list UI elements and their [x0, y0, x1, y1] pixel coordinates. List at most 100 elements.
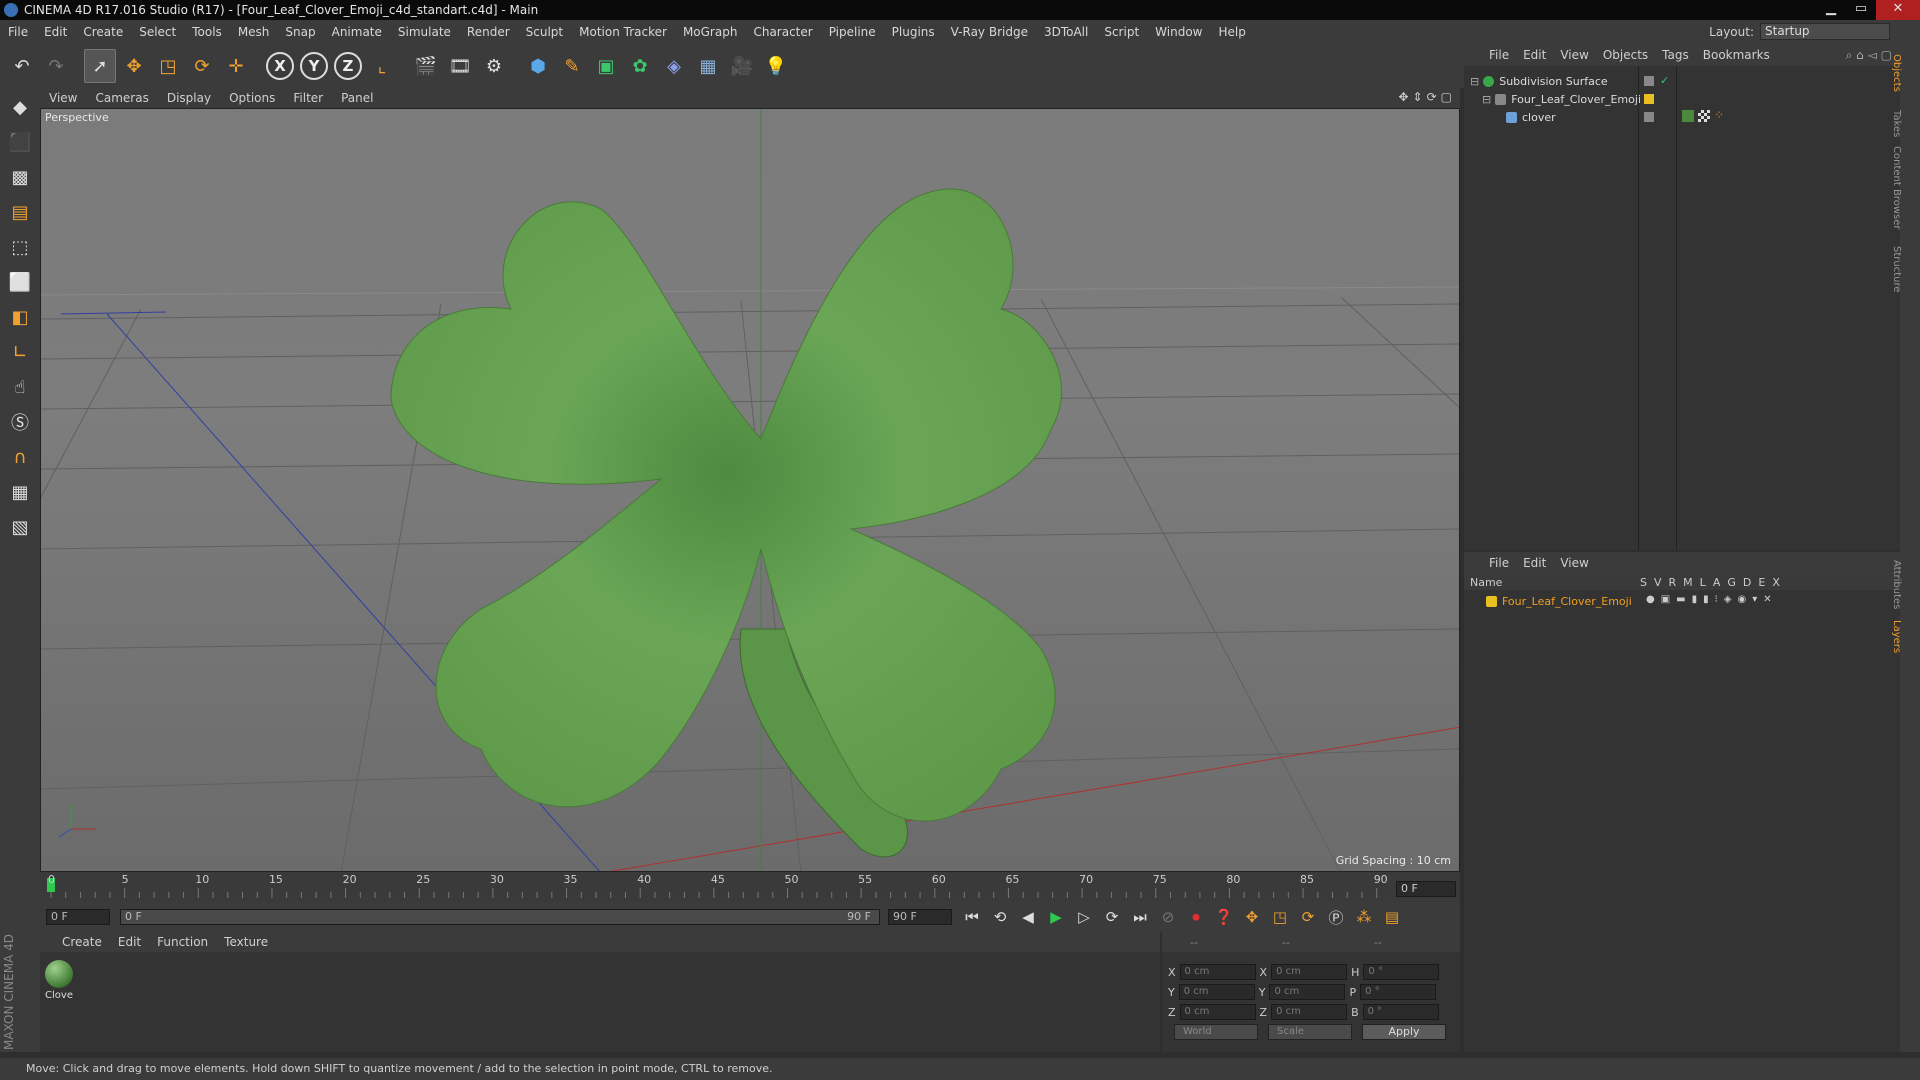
perspective-viewport[interactable]: Perspective Grid Spacing : 10 cm: [40, 108, 1460, 872]
timeline-ruler[interactable]: 0 5 10 15 20 25 30 35 40 45 50 55 60 65 70 75 80 85 90 0 F: [40, 872, 1460, 902]
viewport-menu-view[interactable]: View: [40, 91, 86, 105]
key-position-icon[interactable]: ✥: [1240, 906, 1264, 928]
apply-button[interactable]: Apply: [1362, 1024, 1446, 1040]
render-view-icon[interactable]: 🎬: [410, 49, 442, 83]
z-axis-lock-icon[interactable]: Z: [332, 49, 364, 83]
menu-sculpt[interactable]: Sculpt: [518, 20, 571, 44]
layer-menu-view[interactable]: View: [1553, 556, 1595, 570]
key-pla-icon[interactable]: ⁂: [1352, 906, 1376, 928]
viewport-menu-display[interactable]: Display: [158, 91, 220, 105]
tab-content-browser[interactable]: Content Browser: [1891, 144, 1902, 229]
obj-menu-edit[interactable]: Edit: [1516, 48, 1553, 62]
current-frame-field[interactable]: 0 F: [1396, 881, 1456, 897]
enabled-check-icon[interactable]: ✓: [1660, 74, 1669, 87]
material-menu-create[interactable]: Create: [54, 935, 110, 949]
viewport-menu-filter[interactable]: Filter: [284, 91, 332, 105]
menu-create[interactable]: Create: [75, 20, 131, 44]
menu-script[interactable]: Script: [1096, 20, 1147, 44]
menu-help[interactable]: Help: [1210, 20, 1253, 44]
key-scale-icon[interactable]: ◳: [1268, 906, 1292, 928]
menu-character[interactable]: Character: [745, 20, 820, 44]
y-axis-lock-icon[interactable]: Y: [298, 49, 330, 83]
rot-h-field[interactable]: 0 °: [1363, 964, 1440, 980]
menu-pipeline[interactable]: Pipeline: [821, 20, 884, 44]
obj-menu-file[interactable]: File: [1482, 48, 1516, 62]
menu-mesh[interactable]: Mesh: [230, 20, 278, 44]
tab-takes[interactable]: Takes: [1891, 108, 1902, 137]
obj-menu-objects[interactable]: Objects: [1596, 48, 1655, 62]
obj-menu-tags[interactable]: Tags: [1655, 48, 1696, 62]
floor-icon[interactable]: ▦: [692, 49, 724, 83]
coord-mode-dropdown[interactable]: World: [1174, 1024, 1258, 1040]
editor-visibility-icon[interactable]: [1644, 112, 1654, 122]
editor-visibility-icon[interactable]: [1644, 76, 1654, 86]
select-arrow-icon[interactable]: ➚: [84, 49, 116, 83]
tweak-mode-icon[interactable]: ☝: [3, 371, 37, 403]
material-tag-icon[interactable]: [1682, 110, 1694, 122]
rot-b-field[interactable]: 0 °: [1362, 1004, 1439, 1020]
frame-range-slider[interactable]: 0 F 90 F: [120, 909, 880, 925]
snap-icon[interactable]: Ⓢ: [3, 406, 37, 438]
layout-dropdown[interactable]: Startup: [1760, 23, 1890, 40]
undo-icon[interactable]: ↶: [6, 49, 38, 83]
layer-menu-edit[interactable]: Edit: [1516, 556, 1553, 570]
make-editable-icon[interactable]: ◆: [3, 91, 37, 123]
menu-mograph[interactable]: MoGraph: [675, 20, 746, 44]
goto-end-icon[interactable]: ⏭: [1128, 906, 1152, 928]
uvw-tag-icon[interactable]: [1698, 110, 1710, 122]
maximize-button[interactable]: ▭: [1846, 0, 1876, 20]
tree-item-clover[interactable]: clover: [1506, 108, 1556, 126]
subdivision-icon[interactable]: ▣: [590, 49, 622, 83]
menu-select[interactable]: Select: [131, 20, 184, 44]
deformer-icon[interactable]: ◈: [658, 49, 690, 83]
minimize-button[interactable]: ▁: [1816, 0, 1846, 20]
record-icon[interactable]: ⏺: [1184, 906, 1208, 928]
menu-window[interactable]: Window: [1147, 20, 1210, 44]
lock-workplane-icon[interactable]: ▦: [3, 476, 37, 508]
menu-file[interactable]: File: [0, 20, 36, 44]
light-icon[interactable]: 💡: [760, 49, 792, 83]
viewport-navigation-icons[interactable]: ✥⇕⟳▢: [1398, 90, 1456, 104]
size-x-field[interactable]: 0 cm: [1271, 964, 1348, 980]
menu-snap[interactable]: Snap: [277, 20, 323, 44]
world-coord-icon[interactable]: ⌞: [366, 49, 398, 83]
tab-structure[interactable]: Structure: [1891, 244, 1902, 293]
tab-objects[interactable]: Objects: [1891, 52, 1902, 92]
camera-icon[interactable]: 🎥: [726, 49, 758, 83]
coord-type-dropdown[interactable]: Scale: [1268, 1024, 1352, 1040]
material-swatch[interactable]: Clove: [44, 960, 74, 1001]
redo-icon[interactable]: ↷: [40, 49, 72, 83]
prev-frame-icon[interactable]: ◀: [1016, 906, 1040, 928]
start-frame-field[interactable]: 0 F: [46, 909, 110, 925]
workplane-icon[interactable]: ▤: [3, 196, 37, 228]
edges-mode-icon[interactable]: ⬜: [3, 266, 37, 298]
menu-simulate[interactable]: Simulate: [390, 20, 459, 44]
end-frame-field[interactable]: 90 F: [888, 909, 952, 925]
menu-render[interactable]: Render: [459, 20, 518, 44]
rot-p-field[interactable]: 0 °: [1360, 984, 1437, 1000]
array-icon[interactable]: ✿: [624, 49, 656, 83]
layer-flag-icons[interactable]: ●▣▬▮▮⁝◈◉▾✕: [1646, 594, 1778, 605]
close-button[interactable]: ✕: [1876, 0, 1920, 20]
layer-color-icon[interactable]: [1644, 94, 1654, 104]
polygons-mode-icon[interactable]: ◧: [3, 301, 37, 333]
cube-icon[interactable]: ⬢: [522, 49, 554, 83]
timeline-icon[interactable]: ▤: [1380, 906, 1404, 928]
record-disabled-icon[interactable]: ⊘: [1156, 906, 1180, 928]
menu-tools[interactable]: Tools: [184, 20, 230, 44]
layer-row[interactable]: Four_Leaf_Clover_Emoji: [1486, 592, 1632, 610]
autokey-icon[interactable]: ❓: [1212, 906, 1236, 928]
key-rotation-icon[interactable]: ⟳: [1296, 906, 1320, 928]
move-icon[interactable]: ✥: [118, 49, 150, 83]
next-frame-icon[interactable]: ▷: [1072, 906, 1096, 928]
goto-start-icon[interactable]: ⏮: [960, 906, 984, 928]
x-axis-lock-icon[interactable]: X: [264, 49, 296, 83]
next-key-icon[interactable]: ⟳: [1100, 906, 1124, 928]
key-param-icon[interactable]: Ⓟ: [1324, 906, 1348, 928]
tab-layers[interactable]: Layers: [1891, 618, 1902, 653]
tab-attributes[interactable]: Attributes: [1891, 558, 1902, 609]
menu-animate[interactable]: Animate: [324, 20, 390, 44]
texture-mode-icon[interactable]: ▩: [3, 161, 37, 193]
material-menu-texture[interactable]: Texture: [216, 935, 276, 949]
size-z-field[interactable]: 0 cm: [1271, 1004, 1348, 1020]
